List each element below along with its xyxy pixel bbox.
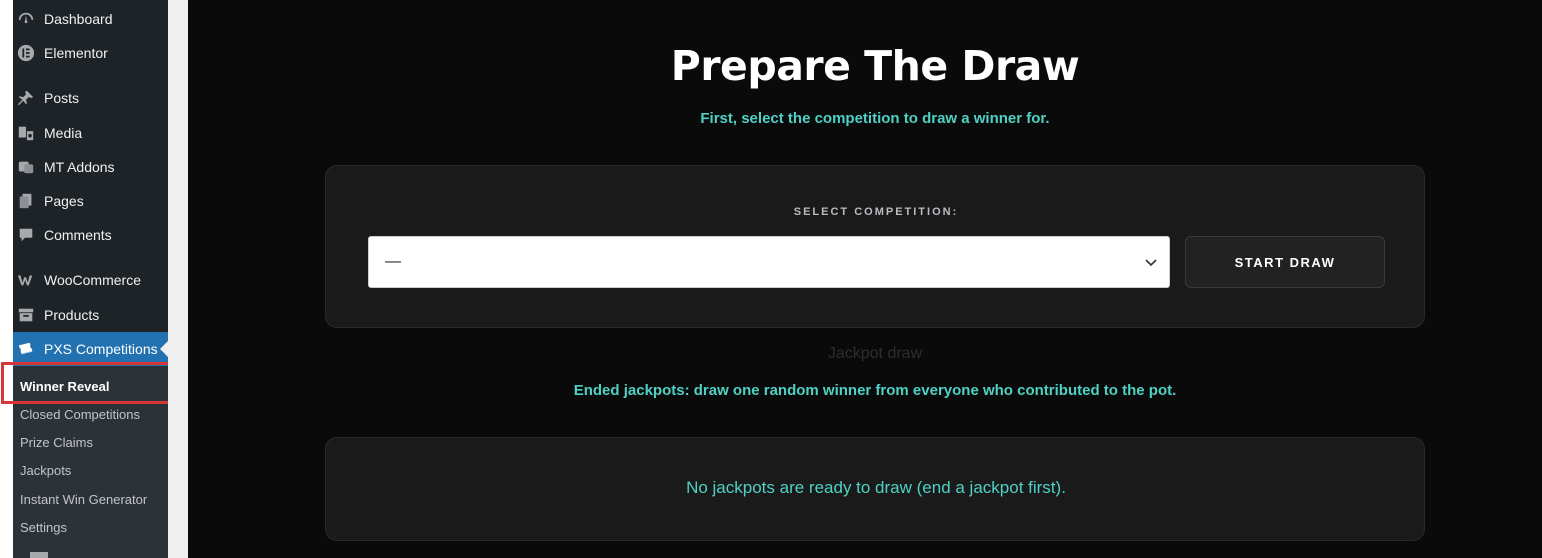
- sidebar-item-label: Comments: [44, 227, 112, 243]
- pin-icon: [16, 88, 36, 108]
- sidebar-item-comments[interactable]: Comments: [13, 220, 168, 250]
- submenu-prize-claims[interactable]: Prize Claims: [20, 435, 93, 450]
- sidebar-item-label: MT Addons: [44, 159, 115, 175]
- submenu-instant-win-generator[interactable]: Instant Win Generator: [20, 492, 147, 507]
- sidebar-item-label: Elementor: [44, 45, 108, 61]
- jackpot-card: No jackpots are ready to draw (end a jac…: [325, 437, 1425, 541]
- elementor-icon: [16, 43, 36, 63]
- pages-icon: [16, 191, 36, 211]
- sidebar-item-pages[interactable]: Pages: [13, 186, 168, 216]
- media-icon: [16, 123, 36, 143]
- submenu-closed-competitions[interactable]: Closed Competitions: [20, 407, 140, 422]
- submenu-settings[interactable]: Settings: [20, 520, 67, 535]
- sidebar-item-label: Media: [44, 125, 83, 141]
- sidebar-item-label: PXS Competitions: [44, 341, 158, 357]
- admin-sidebar: Dashboard Elementor Posts Media MT Addon…: [13, 0, 168, 558]
- start-draw-button[interactable]: START DRAW: [1185, 236, 1385, 288]
- sidebar-item-elementor[interactable]: Elementor: [13, 38, 168, 68]
- window-edge: [0, 0, 13, 558]
- sidebar-item-label: Pages: [44, 193, 84, 209]
- sidebar-item-media[interactable]: Media: [13, 118, 168, 148]
- competition-select-value: —: [385, 253, 401, 270]
- jackpot-empty-message: No jackpots are ready to draw (end a jac…: [686, 478, 1066, 497]
- select-competition-card: SELECT COMPETITION: — START DRAW: [325, 165, 1425, 328]
- sidebar-item-products[interactable]: Products: [13, 300, 168, 330]
- sidebar-item-label: WooCommerce: [44, 272, 141, 288]
- sidebar-item-label: Products: [44, 307, 100, 323]
- tickets-icon: [16, 339, 36, 359]
- dashboard-icon: [16, 9, 36, 29]
- chevron-down-icon: [1145, 259, 1157, 267]
- sidebar-item-label: Posts: [44, 90, 80, 106]
- competition-select[interactable]: —: [368, 236, 1170, 288]
- comment-icon: [16, 225, 36, 245]
- sidebar-item-pxs-competitions[interactable]: PXS Competitions: [13, 332, 168, 366]
- submenu-jackpots[interactable]: Jackpots: [20, 463, 71, 478]
- sidebar-item-woocommerce[interactable]: WooCommerce: [13, 265, 168, 295]
- page-subtitle: First, select the competition to draw a …: [700, 110, 1050, 127]
- sidebar-item-label: Dashboard: [44, 11, 113, 27]
- sidebar-item-dashboard[interactable]: Dashboard: [13, 4, 168, 34]
- jackpot-draw-heading: Jackpot draw: [827, 345, 923, 362]
- jackpot-description: Ended jackpots: draw one random winner f…: [573, 382, 1177, 399]
- sidebar-item-mt-addons[interactable]: MT Addons: [13, 152, 168, 182]
- page-title: Prepare The Draw: [670, 42, 1080, 90]
- draw-panel: Prepare The Draw First, select the compe…: [188, 0, 1542, 558]
- content-gutter: [168, 0, 188, 558]
- next-menu-icon: [30, 552, 48, 558]
- select-competition-label: SELECT COMPETITION:: [793, 206, 959, 218]
- sidebar-item-posts[interactable]: Posts: [13, 83, 168, 113]
- woocommerce-icon: [16, 270, 36, 290]
- addons-icon: [16, 157, 36, 177]
- archive-icon: [16, 305, 36, 325]
